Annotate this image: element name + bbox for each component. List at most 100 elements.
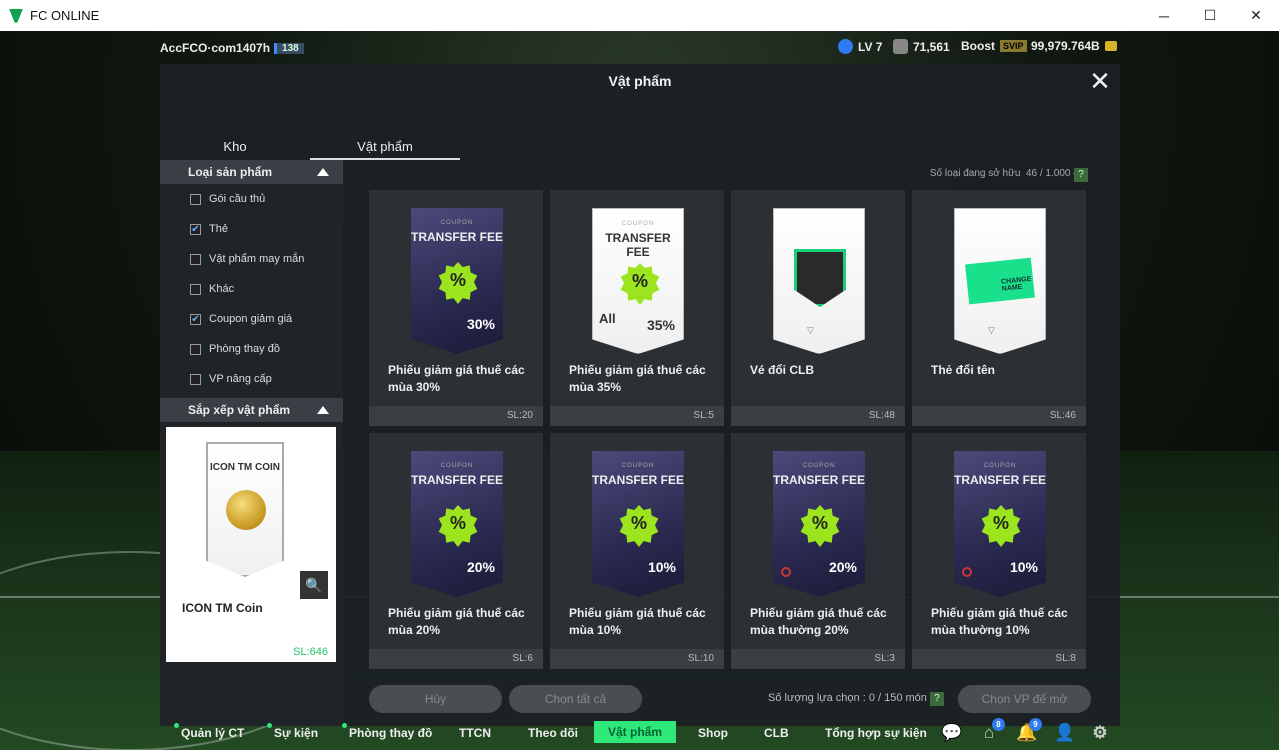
app-logo-icon: [9, 8, 23, 23]
nav-label: Quản lý CT: [181, 726, 245, 740]
nav-vat-pham[interactable]: Vật phẩm: [594, 721, 677, 743]
coupon-card: COUPON TRANSFER FEE % All 35%: [592, 208, 684, 354]
filter-coupon-giam-gia[interactable]: ✔ Coupon giảm giá: [160, 304, 343, 334]
nav-quan-ly-ct[interactable]: Quản lý CT: [174, 723, 244, 743]
profile-icon[interactable]: 👤: [1054, 724, 1075, 742]
new-dot-icon: [342, 723, 347, 728]
close-window-button[interactable]: ✕: [1233, 0, 1279, 31]
club-ticket-card: ▽: [773, 208, 865, 354]
selection-help-button[interactable]: ?: [930, 692, 944, 706]
filter-label: Coupon giảm giá: [209, 313, 293, 325]
sort-header[interactable]: Sắp xếp vật phẩm: [160, 398, 343, 422]
nav-label: Phòng thay đồ: [349, 726, 433, 740]
rename-card: CHANGE NAME ▽: [954, 208, 1046, 354]
inventory-help-button[interactable]: ?: [1074, 168, 1088, 182]
coupon-label: COUPON: [621, 463, 655, 469]
filter-label: Phòng thay đồ: [209, 343, 280, 355]
coupon-label: COUPON: [440, 220, 474, 226]
item-card[interactable]: COUPON TRANSFER FEE % 20% Phiếu giảm giá…: [369, 433, 543, 669]
percent-badge-icon: %: [620, 263, 660, 305]
filter-vp-nang-cap[interactable]: VP nâng cấp: [160, 364, 343, 394]
item-qty: SL:5: [550, 406, 724, 426]
checkbox[interactable]: [190, 373, 201, 385]
gear-icon[interactable]: ⚙: [1090, 724, 1110, 742]
cancel-button[interactable]: Hủy: [369, 685, 502, 713]
card-header: TRANSFER FEE: [411, 230, 504, 244]
maximize-button[interactable]: ☐: [1187, 0, 1233, 31]
close-panel-button[interactable]: ✕: [1086, 68, 1114, 96]
home-icon[interactable]: ⌂ 8: [979, 718, 1005, 742]
nav-label: Sự kiện: [274, 726, 319, 740]
item-card[interactable]: CHANGE NAME ▽ Thẻ đổi tên SL:46: [912, 190, 1086, 426]
bell-icon[interactable]: 🔔 9: [1016, 718, 1042, 742]
new-dot-icon: [267, 723, 272, 728]
checkbox[interactable]: [190, 343, 201, 355]
account-info: AccFCO·com1407h 138: [160, 41, 304, 55]
home-count-badge: 8: [992, 718, 1005, 731]
checkbox-checked[interactable]: ✔: [190, 223, 201, 235]
no-trade-icon: [781, 567, 791, 577]
item-name: Vé đổi CLB: [750, 363, 815, 377]
item-qty: SL:10: [550, 649, 724, 669]
product-type-header[interactable]: Loại sản phẩm: [160, 160, 343, 184]
item-qty: SL:20: [369, 406, 543, 426]
checkbox[interactable]: [190, 193, 201, 205]
nav-shop[interactable]: Shop: [698, 723, 728, 743]
checkbox[interactable]: [190, 283, 201, 295]
nav-phong-thay-do[interactable]: Phòng thay đồ: [342, 723, 432, 743]
nav-theo-doi[interactable]: Theo dõi: [528, 723, 578, 743]
window-titlebar: FC ONLINE ─ ☐ ✕: [0, 0, 1279, 31]
collapse-triangle-icon: [317, 406, 329, 414]
select-all-button[interactable]: Chọn tất cả: [509, 685, 642, 713]
fc-points-text: 71,561: [913, 39, 950, 54]
item-card[interactable]: COUPON TRANSFER FEE % 10% Phiếu giảm giá…: [550, 433, 724, 669]
new-dot-icon: [174, 723, 179, 728]
item-card[interactable]: COUPON TRANSFER FEE % 30% Phiếu giảm giá…: [369, 190, 543, 426]
tab-kho[interactable]: Kho: [160, 134, 310, 160]
chat-icon[interactable]: 💬: [941, 724, 962, 742]
zoom-button[interactable]: 🔍: [300, 571, 328, 599]
nav-clb[interactable]: CLB: [764, 723, 789, 743]
filter-the[interactable]: ✔ Thẻ: [160, 214, 343, 244]
coupon-label: COUPON: [983, 463, 1017, 469]
nav-ttcn[interactable]: TTCN: [459, 723, 491, 743]
filter-vat-pham-may-man[interactable]: Vật phẩm may mắn: [160, 244, 343, 274]
top-status-bar: AccFCO·com1407h 138 LV 7 71,561 Boost SV…: [0, 31, 1279, 65]
item-name: Phiếu giảm giá thuế các mùa 10%: [569, 606, 706, 637]
item-name: Phiếu giảm giá thuế các mùa 20%: [388, 606, 525, 637]
filter-label: VP nâng cấp: [209, 373, 272, 385]
item-card[interactable]: COUPON TRANSFER FEE % 20% Phiếu giảm giá…: [731, 433, 905, 669]
all-class-label: All: [599, 311, 616, 326]
open-items-button[interactable]: Chọn VP để mở: [958, 685, 1091, 713]
minimize-button[interactable]: ─: [1141, 0, 1187, 31]
no-trade-icon: [962, 567, 972, 577]
inventory-label: Số loại đang sở hữu: [929, 168, 1021, 179]
preview-card-title: ICON TM COIN: [210, 462, 280, 473]
checkbox[interactable]: [190, 253, 201, 265]
coupon-label: COUPON: [440, 463, 474, 469]
filter-khac[interactable]: Khác: [160, 274, 343, 304]
card-header: TRANSFER FEE: [954, 473, 1047, 487]
item-qty: SL:48: [731, 406, 905, 426]
checkbox-checked[interactable]: ✔: [190, 313, 201, 325]
fc-points: 71,561: [893, 39, 950, 54]
card-header: TRANSFER FEE: [605, 231, 671, 259]
nav-tong-hop-su-kien[interactable]: Tổng hợp sự kiện: [825, 723, 927, 743]
boost-text: Boost: [961, 39, 995, 53]
nav-su-kien[interactable]: Sự kiện: [267, 723, 318, 743]
filter-phong-thay-do[interactable]: Phòng thay đồ: [160, 334, 343, 364]
card-header: TRANSFER FEE: [411, 473, 504, 487]
discount-pct: 30%: [466, 316, 495, 332]
item-qty: SL:6: [369, 649, 543, 669]
discount-pct: 20%: [466, 559, 495, 575]
club-shield-icon: [794, 249, 846, 307]
item-name: Phiếu giảm giá thuế các mùa 30%: [388, 363, 525, 394]
item-qty: SL:46: [912, 406, 1086, 426]
tab-vat-pham[interactable]: Vật phẩm: [310, 134, 460, 160]
filter-goi-cau-thu[interactable]: Gói cầu thủ: [160, 184, 343, 214]
item-card[interactable]: COUPON TRANSFER FEE % 10% Phiếu giảm giá…: [912, 433, 1086, 669]
item-card[interactable]: COUPON TRANSFER FEE % All 35% Phiếu giảm…: [550, 190, 724, 426]
item-card[interactable]: ▽ Vé đổi CLB SL:48: [731, 190, 905, 426]
selection-count: Số lượng lựa chọn : 0 / 150 món: [768, 692, 927, 704]
preview-qty: SL:646: [293, 646, 328, 658]
